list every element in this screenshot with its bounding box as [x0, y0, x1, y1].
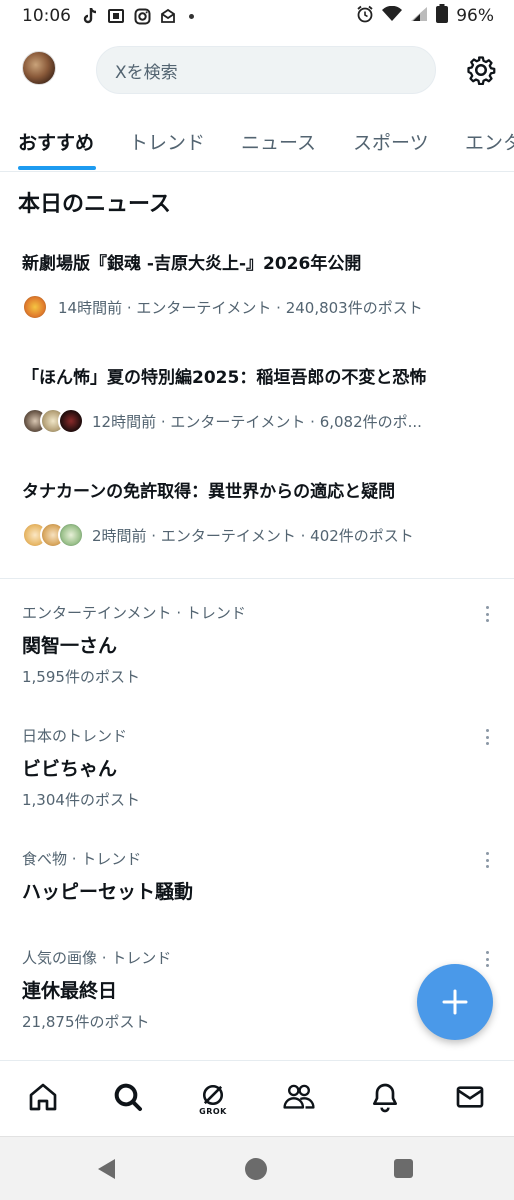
- trend-item[interactable]: 食べ物 · トレンド ハッピーセット騒動: [22, 848, 502, 904]
- grok-label: GROK: [199, 1107, 227, 1116]
- trend-category: 日本のトレンド: [22, 727, 128, 745]
- thumbnail-image: [22, 294, 48, 320]
- section-title: 本日のニュース: [18, 192, 171, 217]
- app-icon: [107, 7, 125, 25]
- news-item[interactable]: 新劇場版『銀魂 -吉原大炎上-』2026年公開 14時間前 · エンターテイメン…: [22, 252, 502, 320]
- news-item[interactable]: 「ほん怖」夏の特別編2025：稲垣吾郎の不変と恐怖 12時間前 · エンターテイ…: [22, 366, 502, 434]
- home-circle-icon[interactable]: [245, 1158, 267, 1180]
- more-options-icon[interactable]: [480, 850, 494, 870]
- news-headline[interactable]: 「ほん怖」夏の特別編2025：稲垣吾郎の不変と恐怖: [22, 366, 502, 390]
- compose-post-button[interactable]: [417, 964, 493, 1040]
- trend-name[interactable]: 関智一さん: [22, 631, 502, 658]
- status-bar: 10:06 96%: [0, 0, 514, 32]
- trend-item[interactable]: 日本のトレンド ビビちゃん 1,304件のポスト: [22, 725, 502, 810]
- notifications-bell-icon[interactable]: [368, 1081, 402, 1117]
- battery-percent: 96%: [456, 6, 494, 26]
- section-divider: [0, 578, 514, 579]
- recent-apps-icon[interactable]: [394, 1159, 413, 1178]
- bottom-navigation: GROK: [0, 1060, 514, 1136]
- back-icon[interactable]: [98, 1159, 115, 1179]
- tab-sports[interactable]: スポーツ: [353, 128, 429, 155]
- news-meta: 14時間前 · エンターテイメント · 240,803件のポスト: [58, 298, 423, 317]
- trend-category: エンターテインメント · トレンド: [22, 604, 246, 622]
- plus-icon: [442, 989, 468, 1015]
- trend-post-count: 1,595件のポスト: [22, 668, 140, 686]
- dot-icon: [189, 13, 194, 19]
- top-header: Xを検索: [0, 40, 514, 102]
- grok-icon[interactable]: GROK: [196, 1081, 230, 1117]
- thumbnail-image: [58, 522, 84, 548]
- gear-icon[interactable]: [466, 55, 496, 86]
- system-navigation-bar: [0, 1136, 514, 1200]
- tiktok-icon: [81, 7, 99, 25]
- status-time: 10:06: [22, 6, 71, 26]
- news-meta: 2時間前 · エンターテイメント · 402件のポスト: [92, 526, 414, 545]
- trend-post-count: 1,304件のポスト: [22, 791, 140, 809]
- news-thumbnails: [22, 522, 84, 548]
- search-placeholder: Xを検索: [115, 62, 178, 83]
- active-tab-indicator: [18, 166, 96, 170]
- tab-entertainment[interactable]: エンタ: [465, 128, 514, 155]
- home-icon[interactable]: [26, 1081, 60, 1117]
- messages-envelope-icon[interactable]: [453, 1081, 487, 1117]
- trend-category: 人気の画像 · トレンド: [22, 949, 172, 967]
- tab-news[interactable]: ニュース: [241, 128, 316, 155]
- tab-bar: おすすめ トレンド ニュース スポーツ エンタ: [0, 118, 514, 172]
- tab-trending[interactable]: トレンド: [129, 128, 205, 155]
- battery-icon: [436, 4, 449, 28]
- trend-item[interactable]: エンターテインメント · トレンド 関智一さん 1,595件のポスト: [22, 602, 502, 687]
- search-icon[interactable]: [111, 1081, 145, 1117]
- alarm-icon: [356, 5, 374, 28]
- more-options-icon[interactable]: [480, 727, 494, 747]
- communities-icon[interactable]: [282, 1081, 316, 1117]
- news-thumbnails: [22, 408, 84, 434]
- trend-name[interactable]: ハッピーセット騒動: [22, 877, 502, 904]
- trend-name[interactable]: ビビちゃん: [22, 754, 502, 781]
- thumbnail-image: [58, 408, 84, 434]
- avatar[interactable]: [22, 51, 56, 85]
- wifi-icon: [382, 5, 403, 27]
- more-options-icon[interactable]: [480, 949, 494, 969]
- news-thumbnails: [22, 294, 48, 320]
- news-meta: 12時間前 · エンターテイメント · 6,082件のポ...: [92, 412, 422, 431]
- instagram-icon: [133, 7, 151, 25]
- search-input[interactable]: Xを検索: [96, 46, 436, 94]
- trend-category: 食べ物 · トレンド: [22, 850, 142, 868]
- tab-recommended[interactable]: おすすめ: [18, 128, 94, 155]
- mail-icon: [159, 7, 177, 25]
- news-headline[interactable]: 新劇場版『銀魂 -吉原大炎上-』2026年公開: [22, 252, 502, 276]
- news-headline[interactable]: タナカーンの免許取得：異世界からの適応と疑問: [22, 480, 502, 504]
- signal-icon: [410, 6, 428, 27]
- more-options-icon[interactable]: [480, 604, 494, 624]
- news-item[interactable]: タナカーンの免許取得：異世界からの適応と疑問 2時間前 · エンターテイメント …: [22, 480, 502, 548]
